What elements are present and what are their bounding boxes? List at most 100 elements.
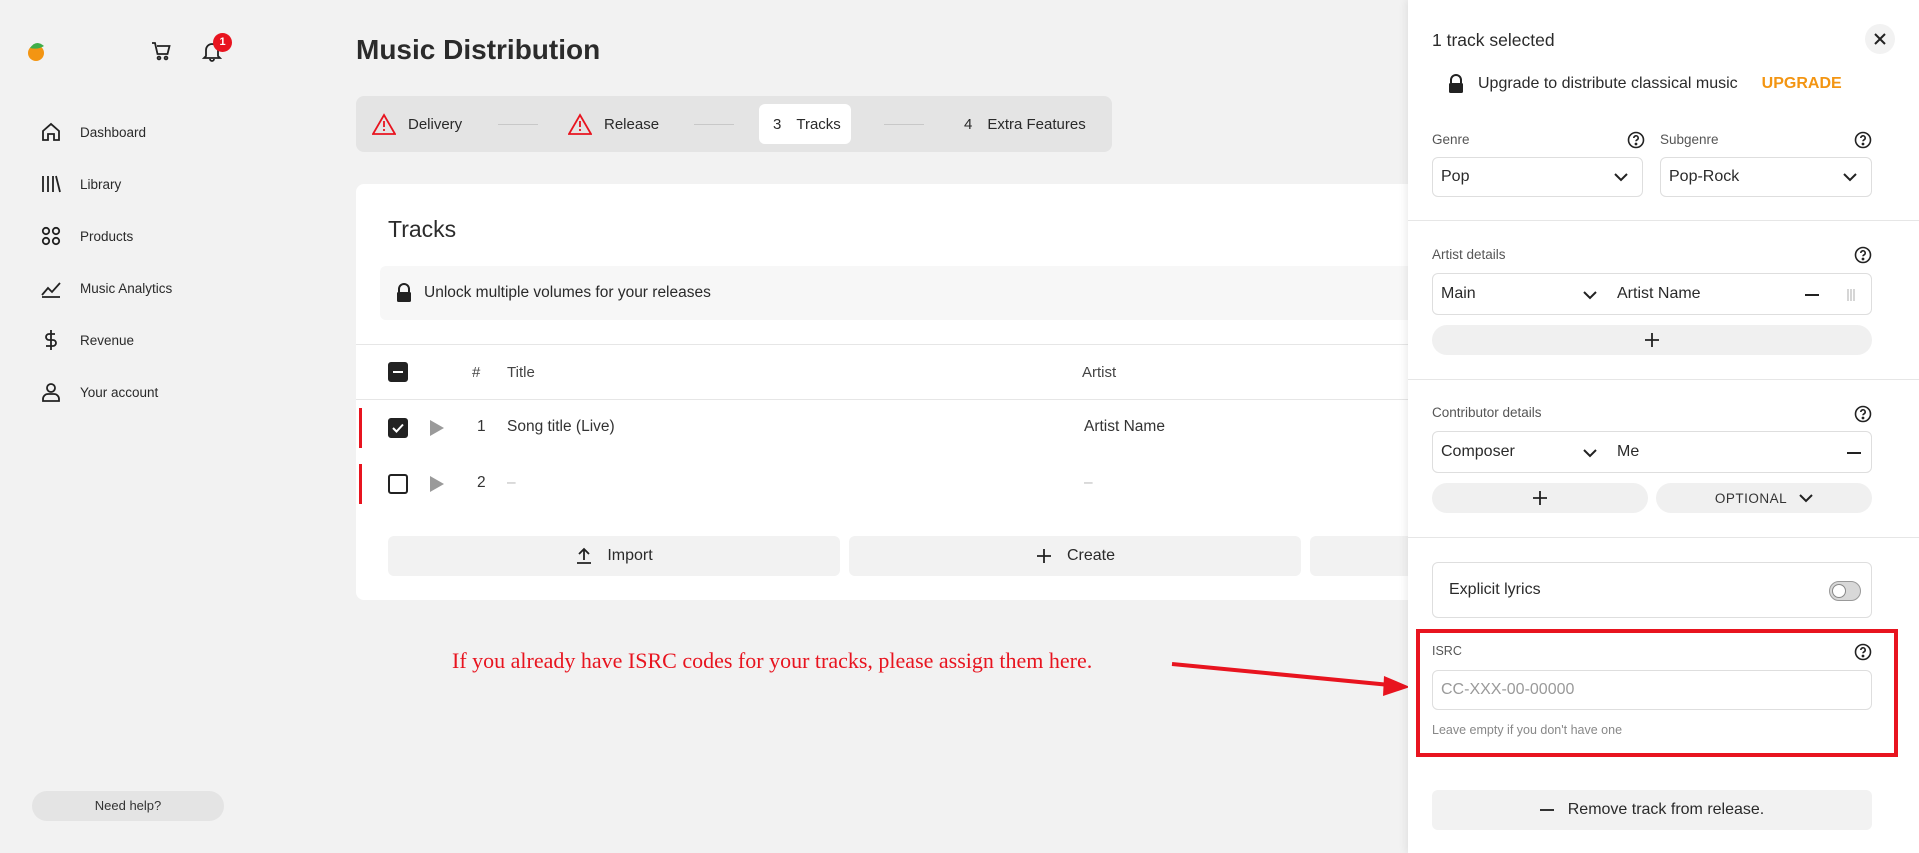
sidebar: 1 Dashboard Library Products Music Analy…	[0, 0, 260, 853]
upgrade-banner: Upgrade to distribute classical music UP…	[1448, 74, 1842, 94]
select-all-checkbox[interactable]	[388, 362, 408, 382]
add-artist-button[interactable]	[1432, 325, 1872, 355]
add-contributor-button[interactable]	[1432, 483, 1648, 513]
minus-icon	[1539, 809, 1554, 811]
col-num-header: #	[472, 364, 481, 381]
panel-title: 1 track selected	[1432, 30, 1555, 50]
sidebar-item-library[interactable]: Library	[40, 158, 172, 210]
sidebar-item-label: Music Analytics	[80, 280, 173, 296]
lock-icon	[1449, 74, 1463, 93]
subgenre-select[interactable]: Pop-Rock	[1660, 157, 1872, 197]
step-extra-features[interactable]: 4 Extra Features	[964, 104, 1086, 144]
help-icon[interactable]	[1854, 643, 1872, 661]
step-number: 4	[964, 115, 973, 133]
tracks-card: Tracks Unlock multiple volumes for your …	[356, 184, 1556, 600]
sidebar-item-music-analytics[interactable]: Music Analytics	[40, 262, 172, 314]
col-artist-header: Artist	[1082, 364, 1117, 381]
remove-track-button[interactable]: Remove track from release.	[1432, 790, 1872, 830]
contributor-details-label: Contributor details	[1432, 405, 1542, 420]
step-tracks[interactable]: 3 Tracks	[759, 104, 851, 144]
artist-details-label: Artist details	[1432, 247, 1506, 262]
sidebar-item-label: Dashboard	[80, 124, 147, 140]
row-checkbox[interactable]	[388, 474, 408, 494]
step-divider	[694, 124, 734, 125]
chevron-down-icon	[1799, 494, 1813, 503]
step-label: Release	[604, 115, 660, 133]
warning-icon	[568, 113, 592, 135]
help-icon[interactable]	[1854, 131, 1872, 149]
step-release[interactable]: Release	[568, 104, 659, 144]
page-title: Music Distribution	[356, 34, 601, 65]
chevron-down-icon[interactable]	[1583, 290, 1597, 300]
dollar-icon	[40, 329, 62, 351]
analytics-icon	[40, 277, 62, 299]
help-icon[interactable]	[1627, 131, 1645, 149]
sidebar-item-revenue[interactable]: Revenue	[40, 314, 172, 366]
col-title-header: Title	[507, 364, 535, 381]
unlock-text: Unlock multiple volumes for your release…	[424, 284, 711, 301]
play-icon[interactable]	[430, 420, 444, 436]
chevron-down-icon	[1843, 173, 1857, 182]
contributor-name-value[interactable]: Me	[1617, 443, 1639, 461]
row-number: 1	[477, 418, 486, 435]
row-artist: Artist Name	[1084, 418, 1165, 435]
contributor-row: Composer Me	[1432, 431, 1872, 473]
row-title: Song title (Live)	[507, 418, 615, 435]
step-label: Extra Features	[987, 115, 1086, 133]
import-button[interactable]: Import	[388, 536, 840, 576]
library-icon	[40, 173, 62, 195]
step-divider	[884, 124, 924, 125]
close-button[interactable]	[1865, 24, 1895, 54]
cart-icon[interactable]	[151, 41, 171, 61]
row-number: 2	[477, 474, 486, 491]
optional-label: OPTIONAL	[1714, 490, 1788, 506]
explicit-lyrics-toggle[interactable]	[1829, 581, 1861, 601]
subgenre-value: Pop-Rock	[1669, 168, 1740, 185]
genre-value: Pop	[1441, 168, 1470, 185]
table-row[interactable]: 1 Song title (Live) Artist Name	[356, 400, 1556, 456]
row-checkbox[interactable]	[388, 418, 408, 438]
sidebar-item-your-account[interactable]: Your account	[40, 366, 172, 418]
help-icon[interactable]	[1854, 246, 1872, 264]
drag-handle-icon[interactable]	[1846, 288, 1856, 302]
plus-icon	[1645, 333, 1659, 347]
warning-icon	[372, 113, 396, 135]
release-stepper: Delivery Release 3 Tracks 4 Extra Featur…	[356, 96, 1112, 152]
genre-select[interactable]: Pop	[1432, 157, 1643, 197]
step-number: 3	[773, 115, 782, 133]
help-icon[interactable]	[1854, 405, 1872, 423]
artist-name-value[interactable]: Artist Name	[1617, 285, 1701, 303]
isrc-hint: Leave empty if you don't have one	[1432, 723, 1623, 737]
artist-row: Main Artist Name	[1432, 273, 1872, 315]
chevron-down-icon[interactable]	[1583, 448, 1597, 458]
products-icon	[40, 225, 62, 247]
sidebar-item-label: Your account	[80, 384, 159, 400]
row-title: –	[507, 474, 516, 491]
optional-dropdown-button[interactable]: OPTIONAL	[1656, 483, 1872, 513]
plus-icon	[1036, 549, 1051, 563]
create-label: Create	[1066, 547, 1116, 564]
create-button[interactable]: Create	[849, 536, 1301, 576]
home-icon	[40, 121, 62, 143]
logo-icon[interactable]	[26, 40, 46, 62]
sidebar-item-dashboard[interactable]: Dashboard	[40, 106, 172, 158]
upgrade-link[interactable]: UPGRADE	[1762, 75, 1842, 93]
minus-icon[interactable]	[1847, 452, 1861, 454]
minus-icon[interactable]	[1805, 294, 1819, 296]
section-divider	[1408, 379, 1919, 380]
need-help-button[interactable]: Need help?	[32, 791, 224, 821]
step-delivery[interactable]: Delivery	[372, 104, 462, 144]
play-icon[interactable]	[430, 476, 444, 492]
isrc-input[interactable]	[1432, 670, 1872, 710]
table-row[interactable]: 2 – –	[356, 456, 1556, 512]
unlock-volumes-banner[interactable]: Unlock multiple volumes for your release…	[380, 266, 1540, 320]
explicit-lyrics-row: Explicit lyrics	[1432, 562, 1872, 618]
row-artist: –	[1084, 474, 1093, 491]
sidebar-item-products[interactable]: Products	[40, 210, 172, 262]
genre-label: Genre	[1432, 132, 1470, 147]
table-header: # Title Artist	[356, 344, 1556, 400]
explicit-lyrics-label: Explicit lyrics	[1449, 581, 1541, 598]
artist-role-select[interactable]: Main	[1441, 285, 1476, 303]
import-label: Import	[607, 547, 653, 564]
contributor-role-select[interactable]: Composer	[1441, 443, 1515, 461]
